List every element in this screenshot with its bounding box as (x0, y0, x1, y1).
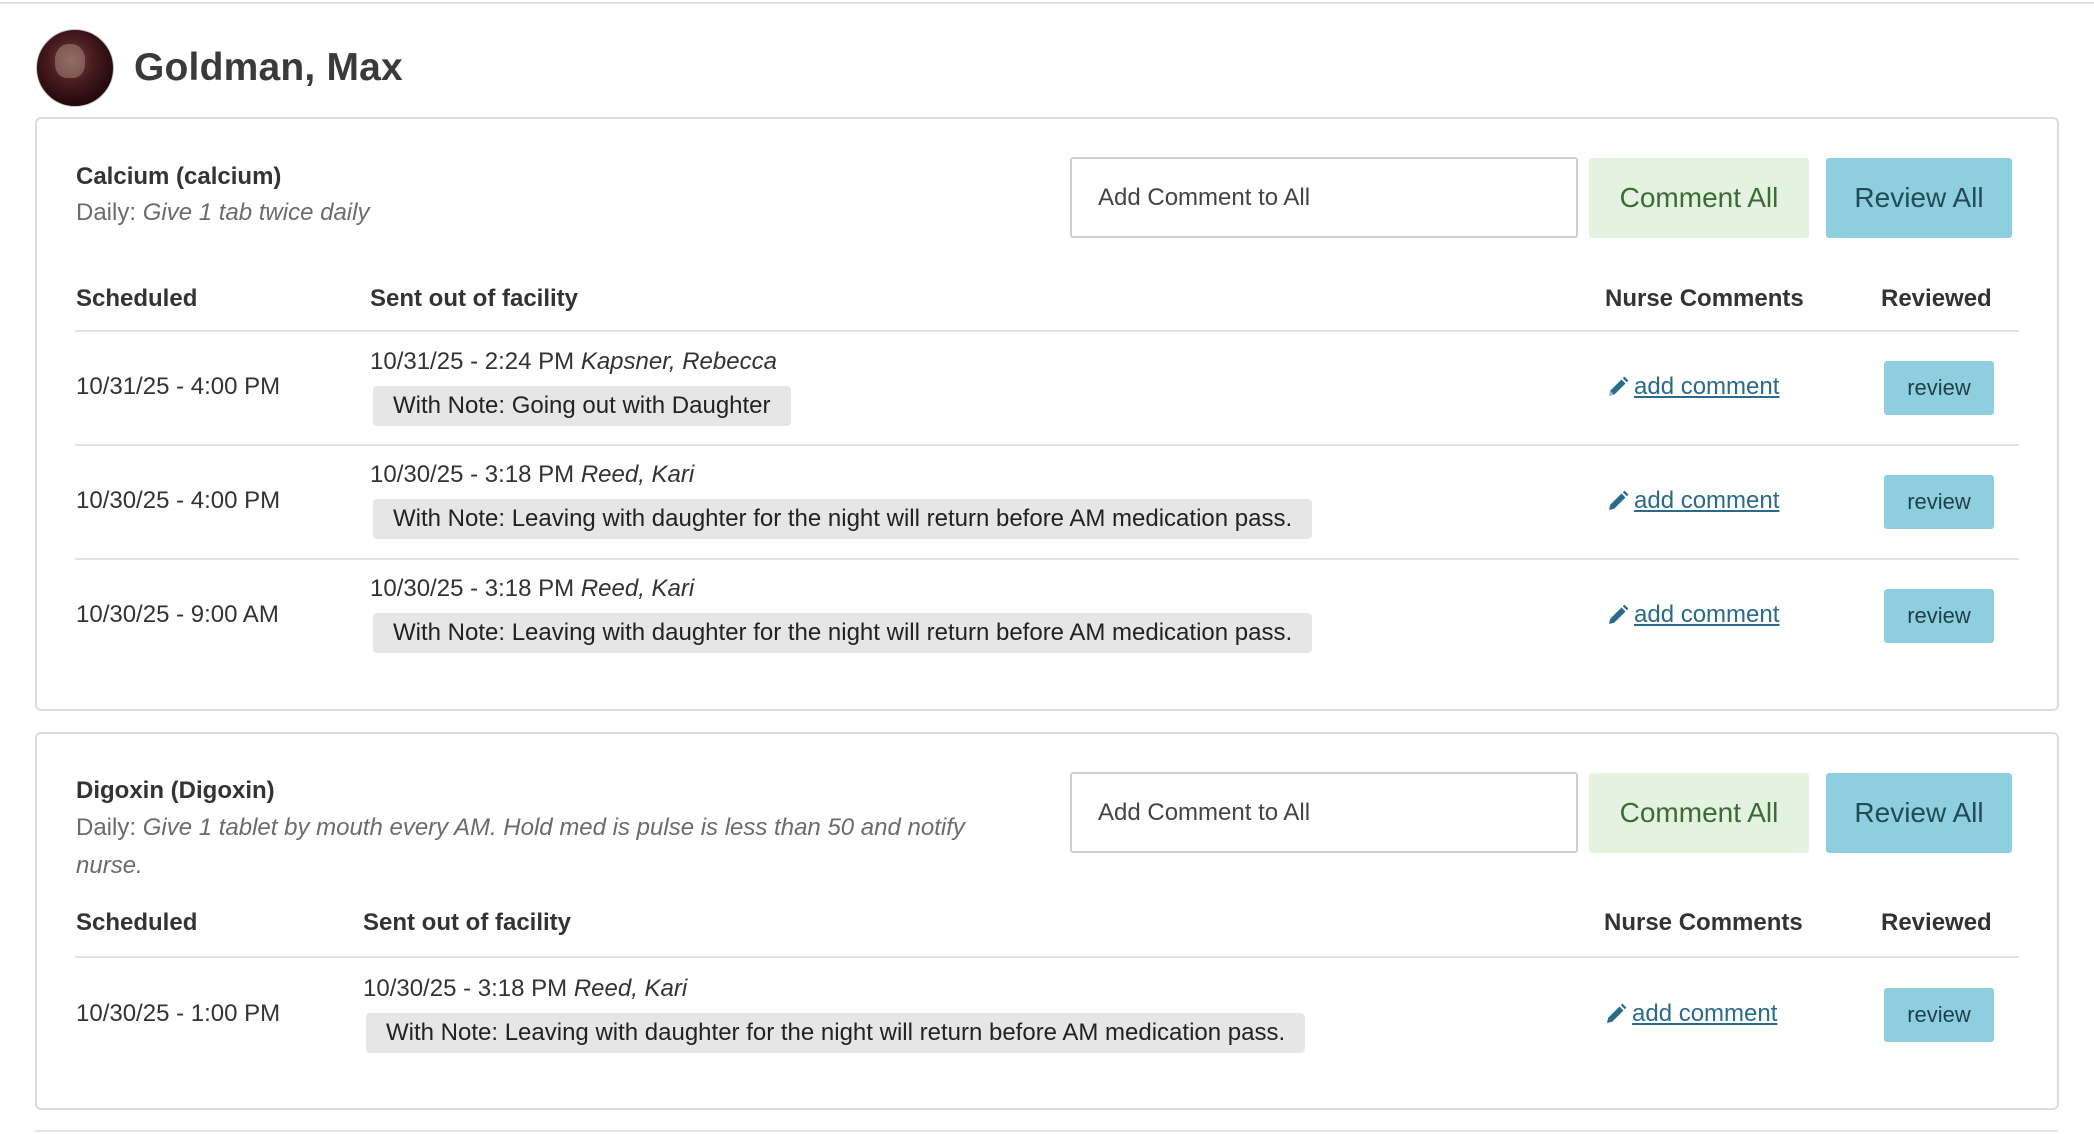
sent-time: 10/30/25 - 3:18 PM (370, 575, 575, 602)
frequency-label: Daily: (76, 814, 137, 841)
comment-all-button[interactable]: Comment All (1589, 773, 1809, 853)
medication-card-calcium: Calcium (calcium) Daily: Give 1 tab twic… (35, 117, 2059, 711)
review-all-button[interactable]: Review All (1826, 773, 2012, 853)
pencil-icon (1609, 604, 1629, 624)
add-comment-link[interactable]: add comment (1604, 1000, 1777, 1028)
add-comment-to-all-input[interactable] (1070, 157, 1578, 238)
column-header-scheduled: Scheduled (76, 909, 198, 936)
column-header-nurse-comments: Nurse Comments (1605, 285, 1804, 312)
scheduled-time: 10/30/25 - 1:00 PM (76, 1000, 281, 1027)
sent-by: Kapsner, Rebecca (580, 348, 777, 375)
sent-out-entry: 10/30/25 - 3:18 PM Reed, Kari (370, 575, 694, 603)
sent-time: 10/30/25 - 3:18 PM (363, 975, 568, 1002)
note-badge: With Note: Leaving with daughter for the… (373, 499, 1313, 539)
header-divider (75, 330, 2019, 332)
add-comment-link[interactable]: add comment (1606, 487, 1779, 515)
column-header-sent: Sent out of facility (370, 285, 579, 312)
medication-card-digoxin: Digoxin (Digoxin) Daily: Give 1 tablet b… (35, 732, 2059, 1110)
row-divider (75, 558, 2019, 560)
column-header-scheduled: Scheduled (76, 285, 198, 312)
add-comment-label[interactable]: add comment (1634, 373, 1779, 401)
sent-by: Reed, Kari (573, 975, 688, 1002)
sent-out-entry: 10/30/25 - 3:18 PM Reed, Kari (363, 975, 687, 1003)
sent-out-entry: 10/30/25 - 3:18 PM Reed, Kari (370, 461, 694, 489)
medication-instructions: Daily: Give 1 tablet by mouth every AM. … (76, 809, 1036, 847)
note-badge: With Note: Leaving with daughter for the… (373, 613, 1313, 653)
note-badge: With Note: Going out with Daughter (373, 386, 791, 426)
patient-header: Goldman, Max (36, 28, 403, 108)
medication-instructions-continued: nurse. (76, 847, 143, 885)
column-header-nurse-comments: Nurse Comments (1604, 909, 1803, 936)
sent-out-entry: 10/31/25 - 2:24 PM Kapsner, Rebecca (370, 348, 777, 376)
medication-name: Digoxin (Digoxin) (76, 777, 275, 804)
add-comment-label[interactable]: add comment (1634, 487, 1779, 515)
medication-instructions: Daily: Give 1 tab twice daily (76, 194, 369, 232)
patient-name: Goldman, Max (134, 46, 403, 89)
instruction-text: Give 1 tab twice daily (142, 199, 370, 226)
column-header-reviewed: Reviewed (1881, 909, 1992, 936)
column-header-sent: Sent out of facility (363, 909, 572, 936)
sent-time: 10/30/25 - 3:18 PM (370, 461, 575, 488)
pencil-icon (1609, 490, 1629, 510)
top-divider (0, 2, 2094, 4)
scheduled-time: 10/31/25 - 4:00 PM (76, 373, 281, 400)
note-badge: With Note: Leaving with daughter for the… (366, 1013, 1306, 1053)
scheduled-time: 10/30/25 - 4:00 PM (76, 487, 281, 514)
review-button[interactable]: review (1884, 361, 1994, 415)
comment-all-button[interactable]: Comment All (1589, 158, 1809, 238)
add-comment-label[interactable]: add comment (1634, 601, 1779, 629)
instruction-text-continued: nurse. (76, 852, 143, 879)
frequency-label: Daily: (76, 199, 137, 226)
bottom-divider (35, 1130, 2058, 1132)
review-button[interactable]: review (1884, 988, 1994, 1042)
add-comment-to-all-input[interactable] (1070, 772, 1578, 853)
sent-time: 10/31/25 - 2:24 PM (370, 348, 575, 375)
column-header-reviewed: Reviewed (1881, 285, 1992, 312)
pencil-icon (1609, 376, 1629, 396)
instruction-text: Give 1 tablet by mouth every AM. Hold me… (142, 814, 965, 841)
add-comment-link[interactable]: add comment (1606, 373, 1779, 401)
medication-name: Calcium (calcium) (76, 163, 282, 190)
review-button[interactable]: review (1884, 475, 1994, 529)
avatar (36, 29, 114, 107)
scheduled-time: 10/30/25 - 9:00 AM (76, 601, 279, 628)
pencil-icon (1607, 1003, 1627, 1023)
add-comment-link[interactable]: add comment (1606, 601, 1779, 629)
sent-by: Reed, Kari (580, 575, 695, 602)
sent-by: Reed, Kari (580, 461, 695, 488)
header-divider (75, 956, 2019, 958)
review-all-button[interactable]: Review All (1826, 158, 2012, 238)
add-comment-label[interactable]: add comment (1632, 1000, 1777, 1028)
review-button[interactable]: review (1884, 589, 1994, 643)
row-divider (75, 444, 2019, 446)
